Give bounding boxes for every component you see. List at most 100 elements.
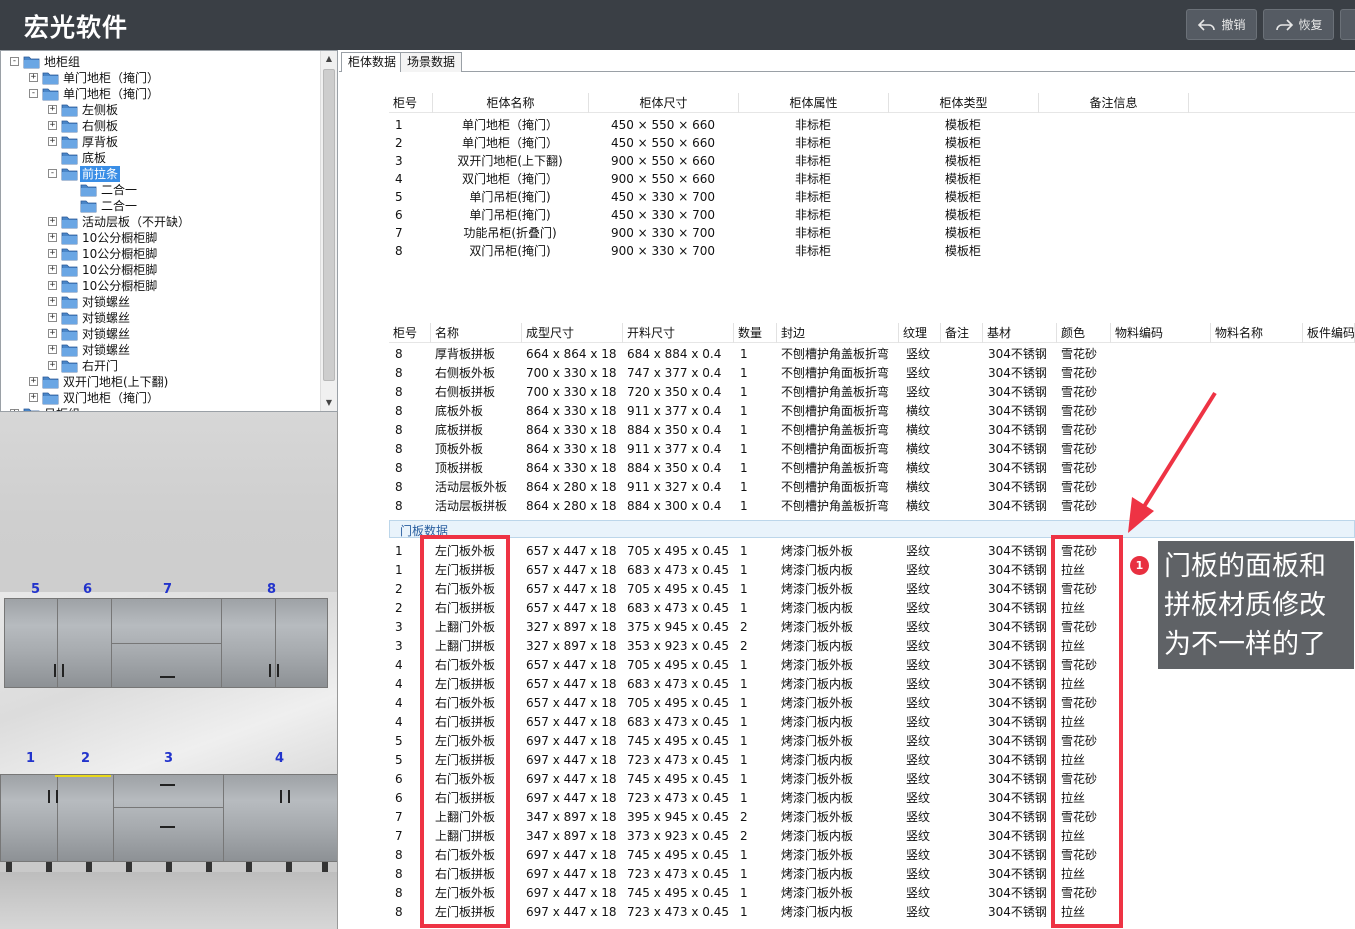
column-header[interactable]: 板件编码 bbox=[1303, 323, 1355, 343]
table-cell: 非标柜 bbox=[794, 190, 831, 204]
table-cell: 304不锈钢 bbox=[988, 601, 1047, 615]
expand-icon[interactable]: + bbox=[48, 361, 57, 370]
table-row[interactable]: 5 单门吊柜(掩门) 450 × 330 × 700 非标柜 模板柜 bbox=[389, 188, 1355, 206]
column-header[interactable]: 柜体类型 bbox=[889, 93, 1039, 113]
table-row[interactable]: 8 右门板拼板 697 x 447 x 18 723 x 473 x 0.45 1 烤漆门… bbox=[389, 865, 1355, 883]
column-header[interactable]: 纹理 bbox=[899, 323, 941, 343]
table-cell: 683 x 473 x 0.45 bbox=[627, 563, 729, 577]
annotation-badge: 1 bbox=[1130, 556, 1149, 575]
scroll-down-icon[interactable]: ▼ bbox=[321, 395, 337, 411]
column-header[interactable]: 物料名称 bbox=[1211, 323, 1303, 343]
table-row[interactable]: 8 右门板外板 697 x 447 x 18 745 x 495 x 0.45 1 烤漆门… bbox=[389, 846, 1355, 864]
expand-icon[interactable]: + bbox=[29, 377, 38, 386]
tree-scrollbar[interactable]: ▲ ▼ bbox=[320, 51, 337, 411]
folder-icon bbox=[61, 327, 78, 341]
redo-button[interactable]: 恢复 bbox=[1263, 9, 1334, 40]
collapse-icon[interactable]: - bbox=[48, 169, 57, 178]
expand-icon[interactable]: + bbox=[48, 217, 57, 226]
expand-icon[interactable]: + bbox=[48, 313, 57, 322]
expand-icon[interactable]: + bbox=[48, 233, 57, 242]
expand-icon[interactable]: + bbox=[48, 345, 57, 354]
collapse-icon[interactable]: - bbox=[10, 57, 19, 66]
table-row[interactable]: 3 双开门地柜(上下翻) 900 × 550 × 660 非标柜 模板柜 bbox=[389, 152, 1355, 170]
scroll-up-icon[interactable]: ▲ bbox=[321, 51, 337, 67]
expand-icon[interactable]: + bbox=[48, 105, 57, 114]
collapse-icon[interactable]: - bbox=[29, 89, 38, 98]
column-header[interactable]: 成型尺寸 bbox=[522, 323, 623, 343]
table-row[interactable]: 7 功能吊柜(折叠门) 900 × 330 × 700 非标柜 模板柜 bbox=[389, 224, 1355, 242]
tab-scene-data[interactable]: 场景数据 bbox=[400, 52, 463, 72]
table-cell: 304不锈钢 bbox=[988, 715, 1047, 729]
table-cell: 1 bbox=[740, 753, 748, 767]
expand-icon[interactable]: + bbox=[48, 249, 57, 258]
table-cell: 8 bbox=[395, 423, 403, 437]
3d-viewport[interactable]: 5 6 7 8 1 2 3 4 bbox=[0, 412, 338, 929]
wall-cabinets[interactable] bbox=[4, 598, 328, 688]
table-row[interactable]: 4 右门板外板 657 x 447 x 18 705 x 495 x 0.45 1 烤漆门… bbox=[389, 694, 1355, 712]
table-row[interactable]: 1 单门地柜（掩门） 450 × 550 × 660 非标柜 模板柜 bbox=[389, 116, 1355, 134]
column-header[interactable]: 柜号 bbox=[389, 93, 433, 113]
expand-icon[interactable]: + bbox=[48, 297, 57, 306]
expand-icon[interactable]: + bbox=[48, 281, 57, 290]
table-cell: 700 x 330 x 18 bbox=[526, 366, 617, 380]
table-cell: 模板柜 bbox=[944, 208, 981, 222]
tab-cabinet-data[interactable]: 柜体数据 bbox=[341, 52, 404, 72]
table-row[interactable]: 4 双门地柜（掩门） 900 × 550 × 660 非标柜 模板柜 bbox=[389, 170, 1355, 188]
table-cell: 304不锈钢 bbox=[988, 734, 1047, 748]
table-cell: 304不锈钢 bbox=[988, 582, 1047, 596]
table-row[interactable]: 8 左门板外板 697 x 447 x 18 745 x 495 x 0.45 1 烤漆门… bbox=[389, 884, 1355, 902]
table-row[interactable]: 7 上翻门拼板 347 x 897 x 18 373 x 923 x 0.45 2 烤漆门… bbox=[389, 827, 1355, 845]
table-cell: 竖纹 bbox=[906, 867, 931, 881]
tree-item-label: 地柜组 bbox=[44, 55, 81, 69]
column-header[interactable]: 柜体尺寸 bbox=[589, 93, 739, 113]
table-row[interactable]: 6 右门板外板 697 x 447 x 18 745 x 495 x 0.45 1 烤漆门… bbox=[389, 770, 1355, 788]
expand-icon[interactable]: + bbox=[48, 329, 57, 338]
column-header[interactable]: 名称 bbox=[431, 323, 522, 343]
table-row[interactable]: 8 左门板拼板 697 x 447 x 18 723 x 473 x 0.45 1 烤漆门… bbox=[389, 903, 1355, 921]
column-header[interactable]: 物料编码 bbox=[1111, 323, 1211, 343]
table-cell: 烤漆门板内板 bbox=[781, 677, 854, 691]
table-row[interactable]: 8 厚背板拼板 664 x 864 x 18 684 x 884 x 0.4 1 不刨槽护… bbox=[389, 345, 1355, 363]
column-header[interactable]: 备注 bbox=[941, 323, 983, 343]
table-cell: 6 bbox=[395, 208, 403, 222]
table-row[interactable]: 8 右侧板外板 700 x 330 x 18 747 x 377 x 0.4 1 不刨槽护… bbox=[389, 364, 1355, 382]
column-header[interactable]: 柜号 bbox=[389, 323, 431, 343]
column-header[interactable]: 封边 bbox=[777, 323, 899, 343]
expand-icon[interactable]: + bbox=[48, 265, 57, 274]
table-row[interactable]: 2 单门地柜（掩门） 450 × 550 × 660 非标柜 模板柜 bbox=[389, 134, 1355, 152]
column-header[interactable]: 数量 bbox=[734, 323, 777, 343]
column-header[interactable]: 基材 bbox=[983, 323, 1057, 343]
column-header[interactable]: 颜色 bbox=[1057, 323, 1111, 343]
column-header[interactable]: 柜体名称 bbox=[433, 93, 589, 113]
column-header[interactable]: 开料尺寸 bbox=[623, 323, 734, 343]
scroll-thumb[interactable] bbox=[323, 69, 335, 381]
table-row[interactable]: 5 左门板外板 697 x 447 x 18 745 x 495 x 0.45 1 烤漆门… bbox=[389, 732, 1355, 750]
column-header[interactable]: 备注信息 bbox=[1039, 93, 1189, 113]
table-cell: 不刨槽护角面板折弯 bbox=[781, 442, 890, 456]
expand-icon[interactable]: + bbox=[48, 121, 57, 130]
table-row[interactable]: 6 单门吊柜(掩门) 450 × 330 × 700 非标柜 模板柜 bbox=[389, 206, 1355, 224]
table-cell: 雪花砂 bbox=[1061, 385, 1098, 399]
more-button[interactable] bbox=[1340, 9, 1355, 40]
undo-label: 撤销 bbox=[1221, 18, 1246, 32]
table-row[interactable]: 5 左门板拼板 697 x 447 x 18 723 x 473 x 0.45 1 烤漆门… bbox=[389, 751, 1355, 769]
table-cell: 1 bbox=[740, 404, 748, 418]
table-row[interactable]: 4 左门板拼板 657 x 447 x 18 683 x 473 x 0.45 1 烤漆门… bbox=[389, 675, 1355, 693]
expand-icon[interactable]: + bbox=[29, 393, 38, 402]
table-cell: 单门地柜（掩门） bbox=[461, 118, 558, 132]
base-cabinets[interactable] bbox=[0, 774, 337, 862]
table-row[interactable]: 8 双门吊柜(掩门) 900 × 330 × 700 非标柜 模板柜 bbox=[389, 242, 1355, 260]
expand-icon[interactable]: + bbox=[29, 73, 38, 82]
expand-icon[interactable]: + bbox=[48, 137, 57, 146]
cabinet-number-label: 6 bbox=[83, 582, 93, 597]
tree-item-label: 底板 bbox=[82, 151, 107, 165]
table-cell: 雪花砂 bbox=[1061, 442, 1098, 456]
cabinet-number-label: 8 bbox=[267, 582, 277, 597]
table-row[interactable]: 4 右门板拼板 657 x 447 x 18 683 x 473 x 0.45 1 烤漆门… bbox=[389, 713, 1355, 731]
table-row[interactable]: 6 右门板拼板 697 x 447 x 18 723 x 473 x 0.45 1 烤漆门… bbox=[389, 789, 1355, 807]
column-header[interactable]: 柜体属性 bbox=[739, 93, 889, 113]
table-row[interactable]: 7 上翻门外板 347 x 897 x 18 395 x 945 x 0.45 2 烤漆门… bbox=[389, 808, 1355, 826]
table-cell: 1 bbox=[740, 499, 748, 513]
app-header: 宏光软件 撤销 恢复 bbox=[0, 0, 1355, 50]
undo-button[interactable]: 撤销 bbox=[1186, 9, 1257, 40]
